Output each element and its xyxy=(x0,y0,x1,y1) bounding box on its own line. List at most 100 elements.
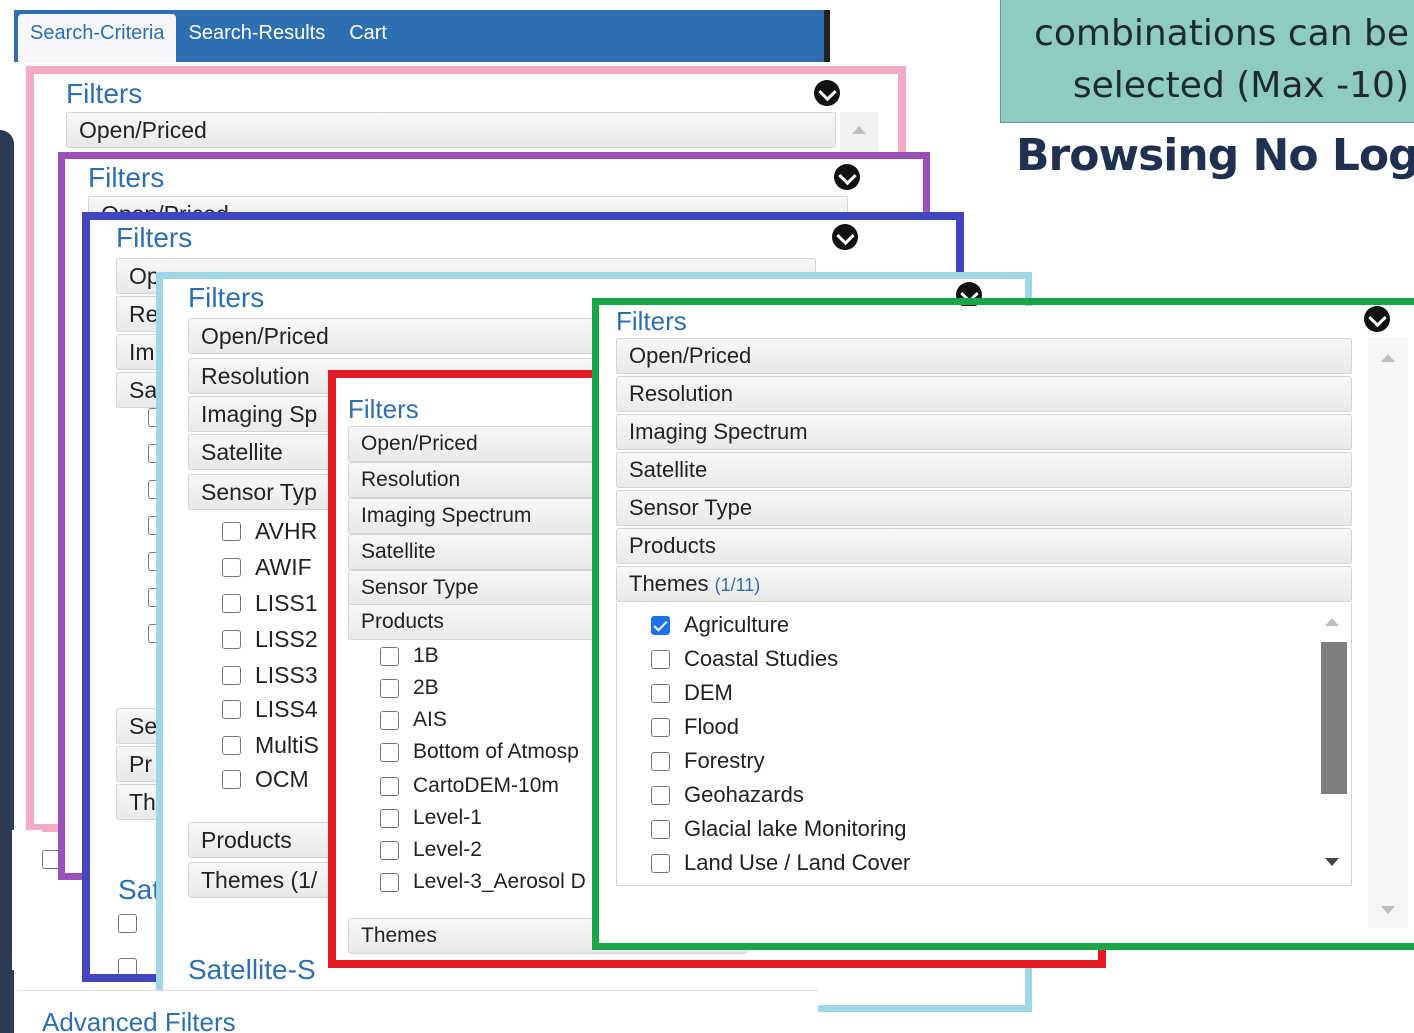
product-item[interactable]: Level-1 xyxy=(380,806,482,830)
checkbox[interactable] xyxy=(651,649,670,669)
tab-cart[interactable]: Cart xyxy=(337,14,399,62)
checkbox[interactable] xyxy=(651,683,670,703)
theme-label: DEM xyxy=(684,680,733,705)
theme-item[interactable]: Geohazards xyxy=(651,782,804,808)
checkbox[interactable] xyxy=(222,770,241,789)
satellite-footer: Satellite-S xyxy=(188,954,316,985)
themes-scrollbar[interactable] xyxy=(1313,602,1351,884)
callout-line-2: selected (Max -10) xyxy=(1072,65,1409,106)
checkbox[interactable] xyxy=(651,717,670,737)
checkbox[interactable] xyxy=(118,958,137,977)
sensor-label: AVHR xyxy=(255,518,318,544)
tab-search-results[interactable]: Search-Results xyxy=(176,14,337,62)
checkbox[interactable] xyxy=(222,558,241,577)
product-label: CartoDEM-10m xyxy=(413,774,559,797)
checkbox[interactable] xyxy=(651,751,670,771)
sensor-label: LISS1 xyxy=(255,590,318,616)
theme-item[interactable]: Forestry xyxy=(651,748,765,774)
theme-item[interactable]: Flood xyxy=(651,714,739,740)
scroll-up-icon[interactable] xyxy=(1381,354,1395,362)
accordion-themes[interactable]: Themes (1/11) xyxy=(616,566,1352,602)
pink-bottom-area xyxy=(12,830,61,970)
checkbox[interactable] xyxy=(380,872,399,892)
tab-search-criteria[interactable]: Search-Criteria xyxy=(18,14,177,62)
product-item[interactable]: 2B xyxy=(380,676,439,700)
sensor-item[interactable]: AVHR xyxy=(222,518,317,545)
product-label: AIS xyxy=(413,708,447,731)
sensor-item[interactable]: OCM xyxy=(222,766,309,793)
checkbox[interactable] xyxy=(222,666,241,685)
checkbox[interactable] xyxy=(380,742,399,762)
product-item[interactable]: 1B xyxy=(380,644,439,668)
checkbox[interactable] xyxy=(42,850,61,869)
theme-label: Geohazards xyxy=(684,782,804,807)
scroll-up-icon[interactable] xyxy=(1325,618,1339,626)
sensor-item[interactable]: LISS1 xyxy=(222,590,318,617)
checkbox[interactable] xyxy=(380,710,399,730)
checkbox[interactable] xyxy=(651,819,670,839)
checkbox[interactable] xyxy=(380,678,399,698)
filters-panel-green: Filters Open/Priced Resolution Imaging S… xyxy=(598,306,1414,946)
checkbox[interactable] xyxy=(222,594,241,613)
theme-item[interactable]: DEM xyxy=(651,680,733,706)
product-item[interactable]: Level-2 xyxy=(380,838,482,862)
sensor-item[interactable]: AWIF xyxy=(222,554,312,581)
accordion-sensor-type[interactable]: Sensor Type xyxy=(616,490,1352,526)
panel-scrollbar[interactable] xyxy=(1368,338,1408,928)
collapse-icon[interactable] xyxy=(832,224,858,250)
product-label: Level-2 xyxy=(413,838,482,861)
accordion-open-priced[interactable]: Open/Priced xyxy=(66,112,836,148)
product-item[interactable]: Bottom of Atmosp xyxy=(380,740,579,764)
checkbox[interactable] xyxy=(380,646,399,666)
themes-list: Agriculture Coastal Studies DEM Flood Fo… xyxy=(616,602,1352,886)
accordion-products[interactable]: Products xyxy=(616,528,1352,564)
product-label: Level-3_Aerosol D xyxy=(413,870,586,893)
checkbox[interactable] xyxy=(222,522,241,541)
product-label: Level-1 xyxy=(413,806,482,829)
advanced-filters-label[interactable]: Advanced Filters xyxy=(42,1007,236,1033)
checkbox[interactable] xyxy=(222,700,241,719)
sensor-label: LISS4 xyxy=(255,696,318,722)
product-label: 1B xyxy=(413,644,439,667)
product-item[interactable]: CartoDEM-10m xyxy=(380,774,559,798)
product-item[interactable]: Level-3_Aerosol D xyxy=(380,870,586,894)
checkbox[interactable] xyxy=(222,736,241,755)
accordion-imaging-spectrum[interactable]: Imaging Spectrum xyxy=(616,414,1352,450)
scroll-down-icon[interactable] xyxy=(1381,906,1395,914)
checkbox[interactable] xyxy=(222,630,241,649)
scroll-thumb[interactable] xyxy=(1321,642,1347,794)
theme-label: Land Use / Land Cover xyxy=(684,850,911,875)
checkbox[interactable] xyxy=(380,808,399,828)
theme-label: Forestry xyxy=(684,748,765,773)
checkbox[interactable] xyxy=(380,840,399,860)
theme-item[interactable]: Coastal Studies xyxy=(651,646,838,672)
sensor-label: MultiS xyxy=(255,732,319,758)
product-label: Bottom of Atmosp xyxy=(413,740,579,763)
checkbox[interactable] xyxy=(380,776,399,796)
collapse-icon[interactable] xyxy=(1364,306,1390,332)
sensor-item[interactable]: LISS4 xyxy=(222,696,318,723)
checkbox[interactable] xyxy=(118,914,137,933)
accordion-satellite[interactable]: Satellite xyxy=(616,452,1352,488)
accordion-open-priced[interactable]: Open/Priced xyxy=(616,338,1352,374)
sensor-item[interactable]: LISS3 xyxy=(222,662,318,689)
scroll-up-icon[interactable] xyxy=(852,126,866,134)
panel-title: Filters xyxy=(66,78,143,109)
scroll-down-icon[interactable] xyxy=(1325,858,1339,866)
accordion-open-priced[interactable]: Open/Priced xyxy=(188,318,608,354)
collapse-icon[interactable] xyxy=(956,282,982,308)
checkbox[interactable] xyxy=(651,853,670,873)
checkbox[interactable] xyxy=(651,785,670,805)
theme-item[interactable]: Glacial lake Monitoring xyxy=(651,816,907,842)
accordion-resolution[interactable]: Resolution xyxy=(616,376,1352,412)
sensor-item[interactable]: MultiS xyxy=(222,732,319,759)
theme-item[interactable]: Agriculture xyxy=(651,612,789,638)
collapse-icon[interactable] xyxy=(834,164,860,190)
sensor-item[interactable]: LISS2 xyxy=(222,626,318,653)
product-item[interactable]: AIS xyxy=(380,708,447,732)
checkbox-checked[interactable] xyxy=(651,615,670,635)
collapse-icon[interactable] xyxy=(814,80,840,106)
theme-item[interactable]: Land Use / Land Cover xyxy=(651,850,910,876)
panel-title: Filters xyxy=(88,162,165,193)
callout-box: combinations can be selected (Max -10) xyxy=(1000,0,1414,123)
